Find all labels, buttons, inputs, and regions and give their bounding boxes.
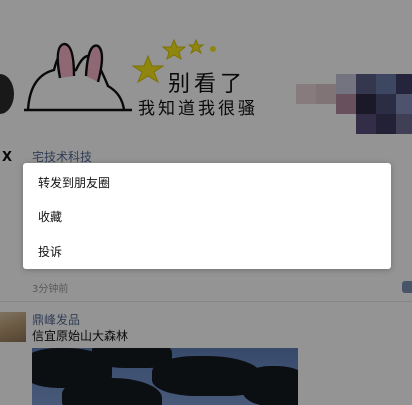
menu-item-share-to-moments[interactable]: 转发到朋友圈 [23, 165, 391, 200]
context-menu: 转发到朋友圈 收藏 投诉 [23, 163, 391, 269]
menu-item-report[interactable]: 投诉 [23, 234, 391, 269]
menu-item-favorite[interactable]: 收藏 [23, 199, 391, 234]
